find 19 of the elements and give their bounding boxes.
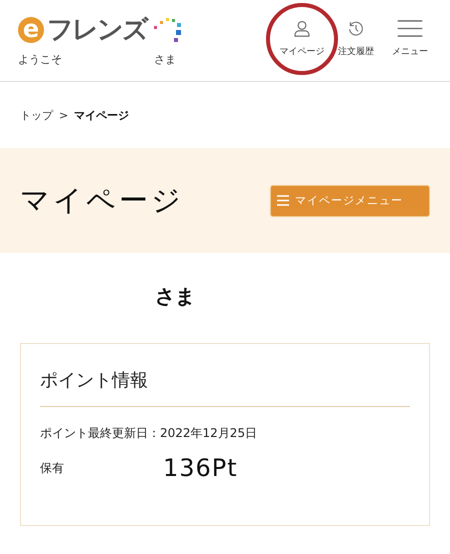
update-date-text: ポイント最終更新日：2022年12月25日 — [40, 425, 258, 442]
holding-label: 保有 — [40, 460, 65, 476]
separator-text: > — [59, 108, 68, 122]
point-value: 136Pt — [163, 454, 238, 482]
greeting-text: ようこそ — [18, 52, 62, 67]
logo-mark: e — [18, 17, 44, 43]
nav-link[interactable]: マイページ — [276, 20, 328, 58]
nav-link[interactable]: 注文履歴 — [330, 20, 382, 58]
honorific-text: さま — [154, 52, 176, 67]
menu-icon — [277, 195, 289, 206]
page-title: マイページ — [20, 182, 184, 218]
user-name: さま — [155, 284, 195, 308]
color-dots-icon — [152, 15, 182, 45]
breadcrumb-current: マイページ — [74, 108, 130, 122]
nav-link[interactable]: メニュー — [384, 20, 436, 58]
menu-icon — [397, 20, 423, 37]
card-title: ポイント情報 — [40, 368, 410, 407]
logo-text: フレンズ — [47, 14, 149, 46]
breadcrumb-link[interactable]: トップ — [20, 108, 53, 122]
